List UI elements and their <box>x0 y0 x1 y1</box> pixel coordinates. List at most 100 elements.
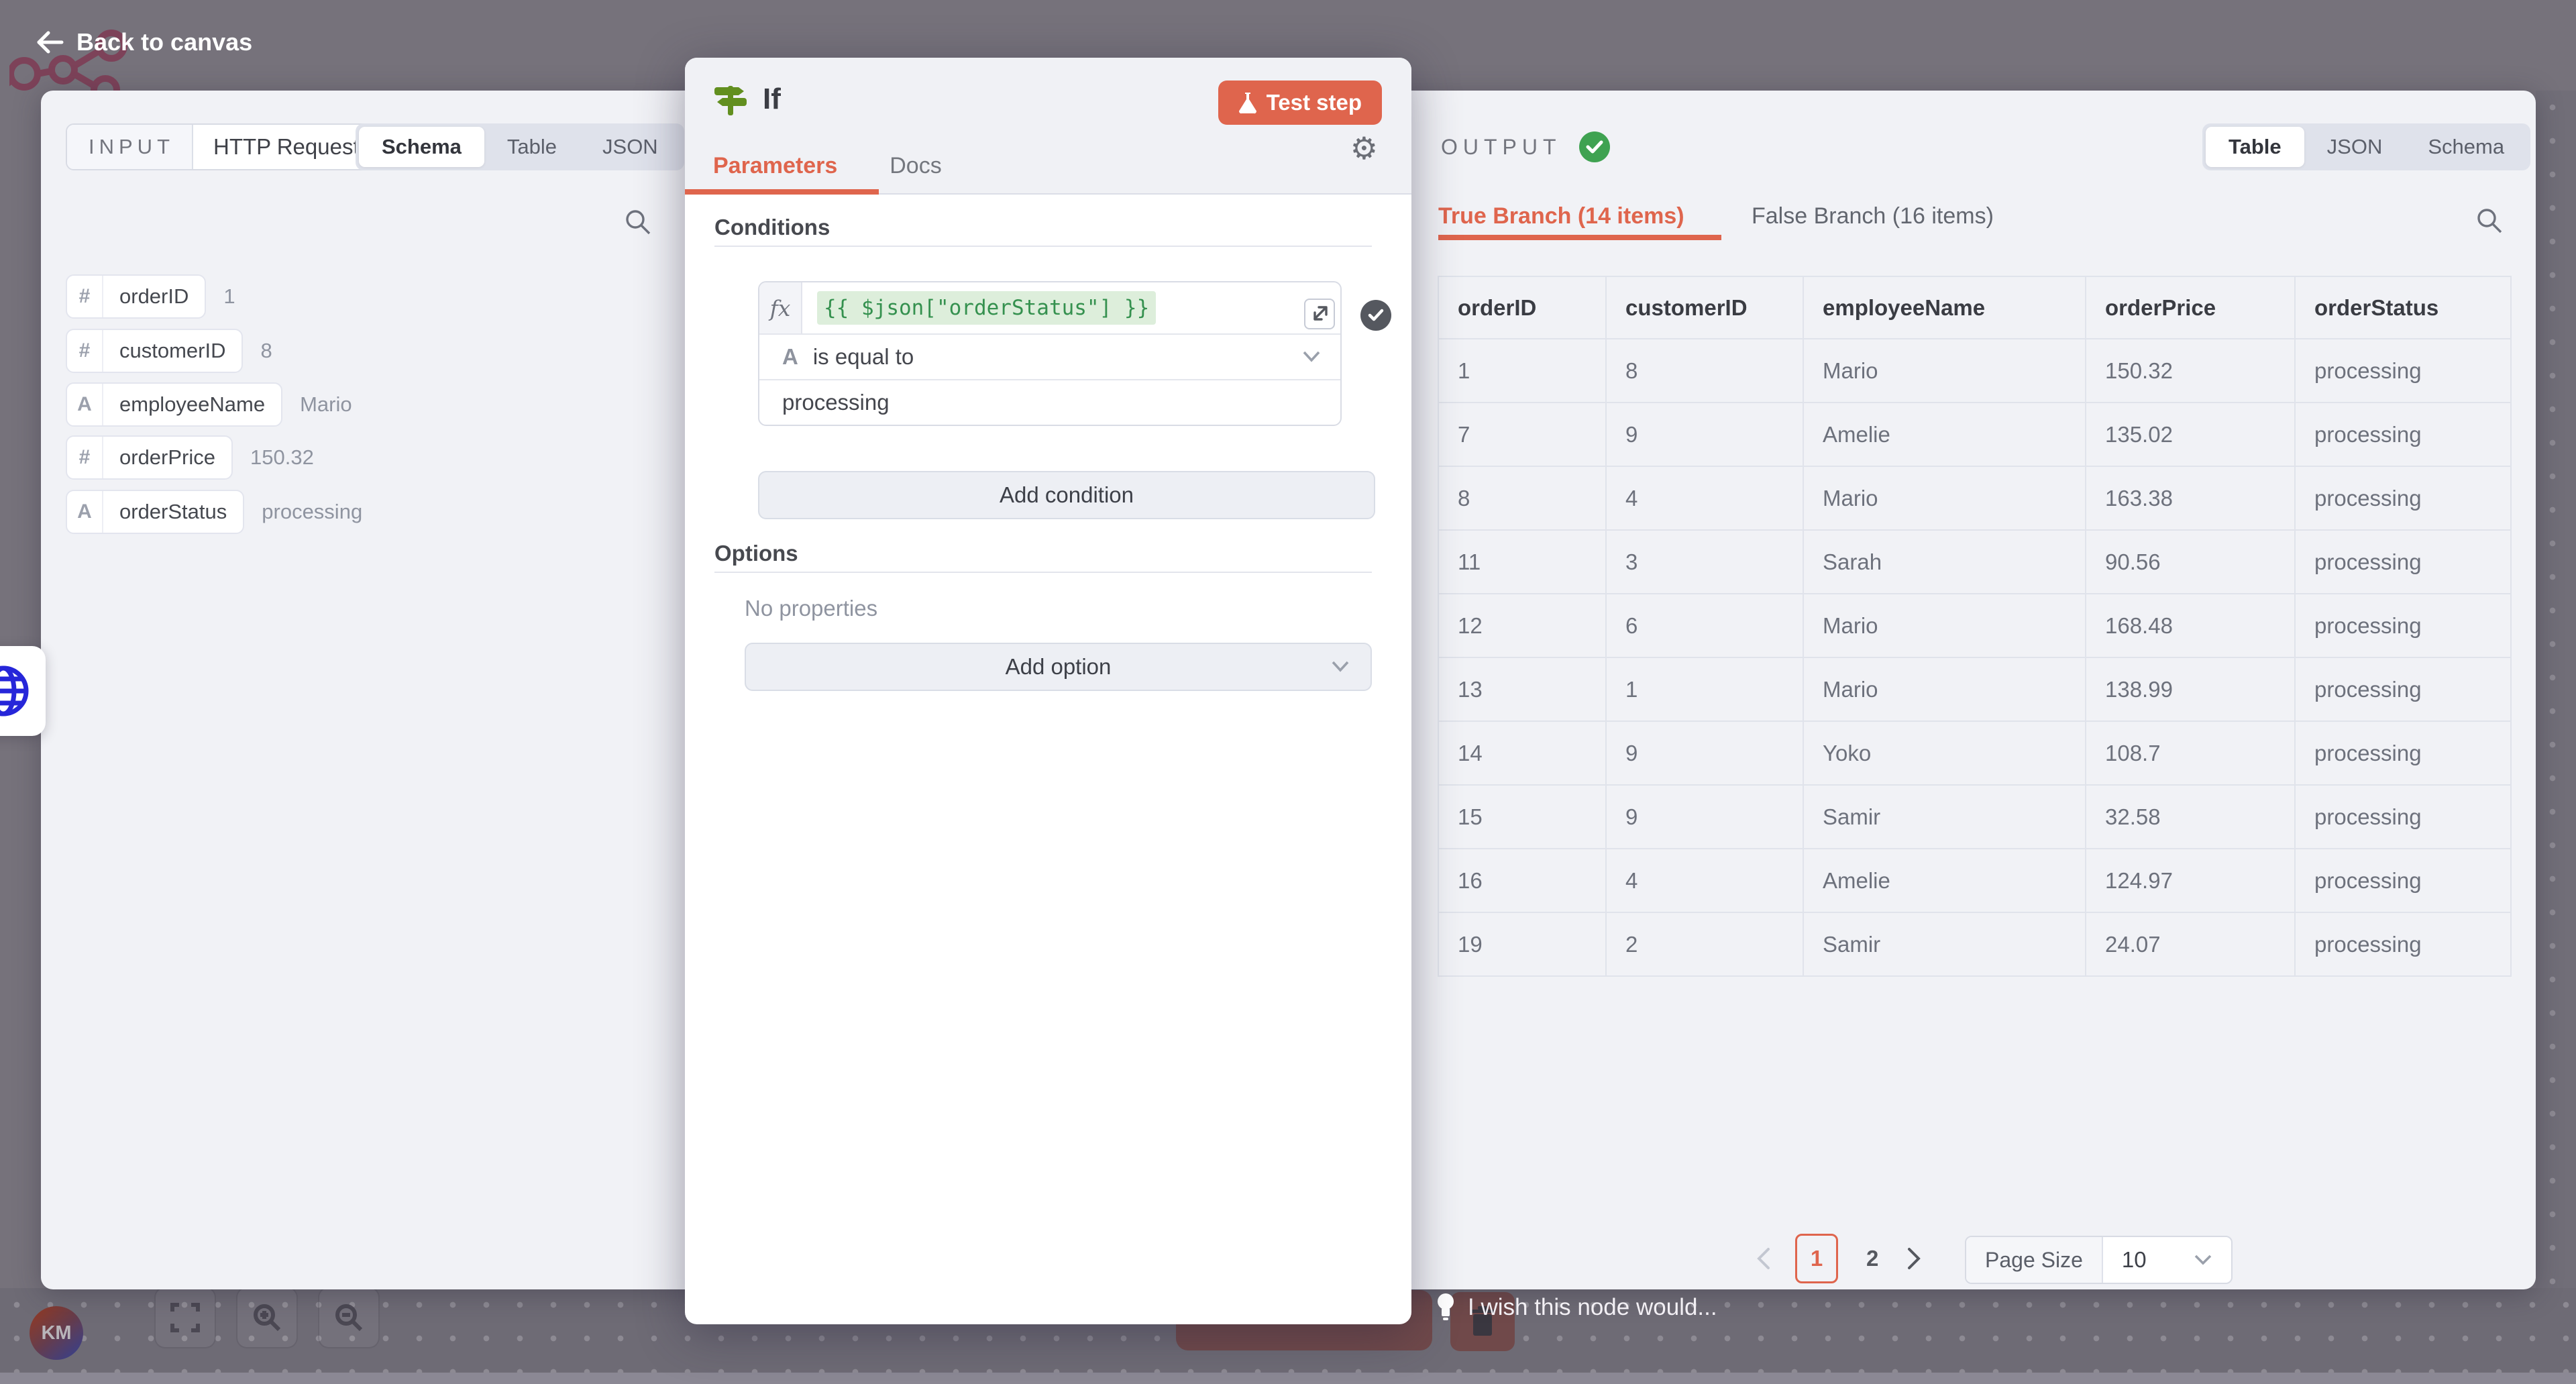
table-cell: 1 <box>1438 339 1606 403</box>
table-header-row: orderID customerID employeeName orderPri… <box>1438 276 2511 339</box>
output-search-icon[interactable] <box>2474 205 2505 236</box>
input-search-icon[interactable] <box>623 207 653 237</box>
tab-true-branch[interactable]: True Branch (14 items) <box>1438 203 1684 229</box>
output-table: orderID customerID employeeName orderPri… <box>1438 276 2510 977</box>
table-cell: Mario <box>1803 466 2086 530</box>
condition-expression-row: fx {{ $json["orderStatus"] }} <box>759 282 1340 333</box>
add-option-button[interactable]: Add option <box>745 643 1372 691</box>
schema-field-row[interactable]: A employeeName Mario <box>66 382 352 427</box>
page-size-label: Page Size <box>1966 1237 2103 1283</box>
table-cell: Amelie <box>1803 849 2086 912</box>
fx-icon[interactable]: fx <box>759 282 802 333</box>
condition-valid-icon <box>1360 300 1391 331</box>
column-header[interactable]: employeeName <box>1803 276 2086 339</box>
page-size-selector[interactable]: Page Size 10 <box>1965 1236 2233 1284</box>
table-row[interactable]: 126Mario168.48processing <box>1438 594 2511 657</box>
table-cell: 15 <box>1438 785 1606 849</box>
back-to-canvas-button[interactable]: Back to canvas <box>35 28 252 56</box>
output-tab-table[interactable]: Table <box>2206 127 2304 167</box>
if-node-icon <box>713 82 748 117</box>
condition-expression-input[interactable]: {{ $json["orderStatus"] }} <box>817 291 1156 325</box>
table-cell: 11 <box>1438 530 1606 594</box>
output-tab-schema[interactable]: Schema <box>2405 127 2527 167</box>
output-tab-json[interactable]: JSON <box>2304 127 2406 167</box>
schema-field-row[interactable]: # orderID 1 <box>66 274 235 319</box>
table-cell: 3 <box>1606 530 1803 594</box>
zoom-in-button[interactable] <box>236 1287 298 1348</box>
divider <box>714 572 1372 573</box>
field-value: 8 <box>260 339 272 363</box>
table-row[interactable]: 192Samir24.07processing <box>1438 912 2511 976</box>
expand-expression-button[interactable] <box>1304 299 1335 329</box>
avatar-initials: KM <box>41 1322 71 1344</box>
field-value: 150.32 <box>250 445 314 470</box>
column-header[interactable]: customerID <box>1606 276 1803 339</box>
schema-field-row[interactable]: # orderPrice 150.32 <box>66 435 314 480</box>
schema-field-row[interactable]: A orderStatus processing <box>66 490 362 534</box>
table-cell: 9 <box>1606 785 1803 849</box>
fit-view-icon <box>170 1302 201 1333</box>
table-row[interactable]: 84Mario163.38processing <box>1438 466 2511 530</box>
table-row[interactable]: 149Yoko108.7processing <box>1438 721 2511 785</box>
table-cell: 4 <box>1606 466 1803 530</box>
active-branch-underline <box>1438 235 1721 240</box>
add-condition-label: Add condition <box>1000 482 1134 508</box>
table-cell: Sarah <box>1803 530 2086 594</box>
schema-field-row[interactable]: # customerID 8 <box>66 329 272 373</box>
tab-parameters[interactable]: Parameters <box>713 153 837 179</box>
table-cell: 13 <box>1438 657 1606 721</box>
node-title: If <box>763 83 781 116</box>
user-avatar[interactable]: KM <box>30 1306 83 1360</box>
table-cell: processing <box>2295 466 2511 530</box>
table-cell: 90.56 <box>2086 530 2295 594</box>
condition-value: processing <box>782 390 890 415</box>
add-condition-button[interactable]: Add condition <box>758 471 1375 519</box>
chevron-down-icon <box>1301 350 1322 364</box>
table-row[interactable]: 113Sarah90.56processing <box>1438 530 2511 594</box>
input-tab-table[interactable]: Table <box>484 127 580 167</box>
feedback-prompt[interactable]: I wish this node would... <box>1436 1292 1717 1323</box>
operator-type-icon: A <box>782 344 798 370</box>
table-cell: processing <box>2295 849 2511 912</box>
column-header[interactable]: orderPrice <box>2086 276 2295 339</box>
table-cell: 135.02 <box>2086 403 2295 466</box>
table-row[interactable]: 164Amelie124.97processing <box>1438 849 2511 912</box>
field-value: Mario <box>300 392 352 417</box>
back-to-canvas-label: Back to canvas <box>76 28 252 56</box>
table-cell: 138.99 <box>2086 657 2295 721</box>
column-header[interactable]: orderID <box>1438 276 1606 339</box>
input-tab-json[interactable]: JSON <box>580 127 681 167</box>
table-row[interactable]: 131Mario138.99processing <box>1438 657 2511 721</box>
table-cell: 24.07 <box>2086 912 2295 976</box>
page-size-value: 10 <box>2122 1247 2147 1273</box>
test-step-button[interactable]: Test step <box>1218 81 1382 125</box>
tab-docs[interactable]: Docs <box>890 153 941 179</box>
table-cell: Amelie <box>1803 403 2086 466</box>
page-button-2[interactable]: 2 <box>1862 1246 1882 1271</box>
table-cell: processing <box>2295 403 2511 466</box>
tab-false-branch[interactable]: False Branch (16 items) <box>1752 203 1994 229</box>
chevron-down-icon <box>1330 660 1350 674</box>
table-body: 18Mario150.32processing 79Amelie135.02pr… <box>1438 339 2511 976</box>
field-type-icon: A <box>67 491 103 533</box>
input-node-card[interactable] <box>0 646 46 736</box>
table-row[interactable]: 18Mario150.32processing <box>1438 339 2511 403</box>
column-header[interactable]: orderStatus <box>2295 276 2511 339</box>
input-tab-schema[interactable]: Schema <box>359 127 484 167</box>
condition-value-input[interactable]: processing <box>759 379 1340 425</box>
page-button-1[interactable]: 1 <box>1795 1234 1838 1283</box>
table-cell: 32.58 <box>2086 785 2295 849</box>
table-row[interactable]: 79Amelie135.02processing <box>1438 403 2511 466</box>
input-node-selector[interactable]: INPUT HTTP Request <box>66 123 394 170</box>
input-view-tabs: Schema Table JSON <box>356 123 684 170</box>
condition-operator-select[interactable]: A is equal to <box>759 333 1340 379</box>
table-cell: 124.97 <box>2086 849 2295 912</box>
fit-view-button[interactable] <box>154 1287 216 1348</box>
table-row[interactable]: 159Samir32.58processing <box>1438 785 2511 849</box>
table-cell: processing <box>2295 530 2511 594</box>
gear-icon[interactable]: ⚙ <box>1350 130 1378 166</box>
next-page-icon[interactable] <box>1907 1247 1921 1270</box>
zoom-out-button[interactable] <box>318 1287 380 1348</box>
table-cell: Samir <box>1803 912 2086 976</box>
modal-header: If Test step Parameters Docs ⚙ <box>685 58 1411 195</box>
